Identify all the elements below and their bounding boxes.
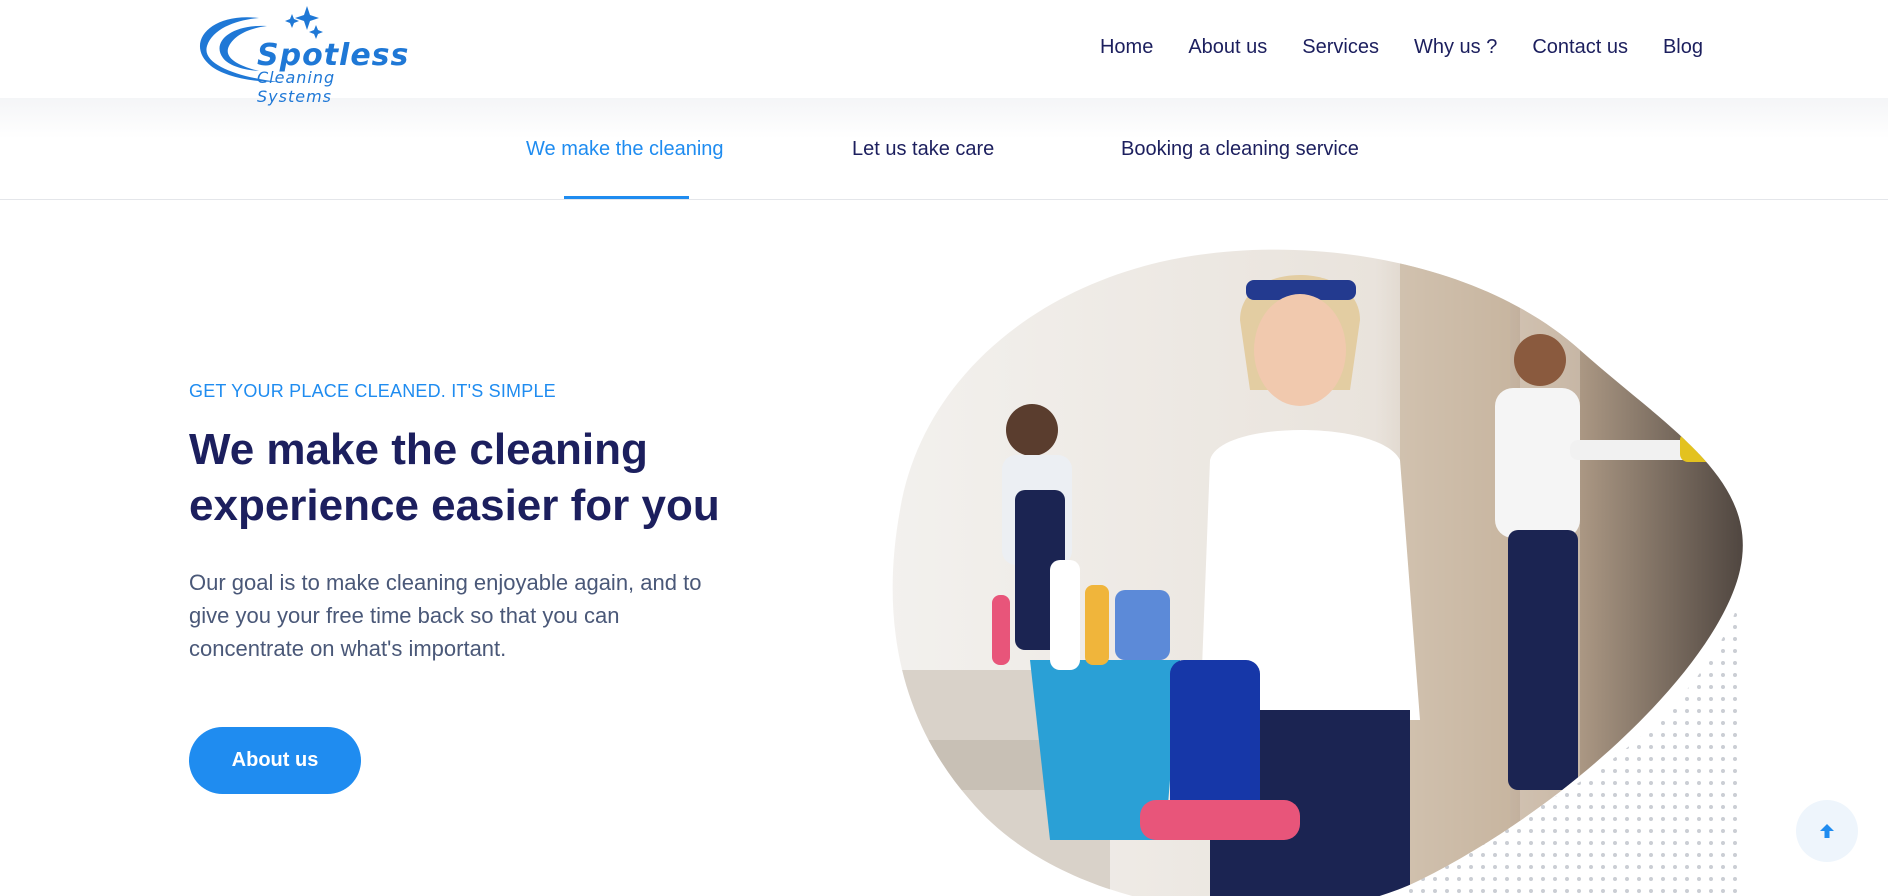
nav-item-home[interactable]: Home [1100,36,1153,59]
about-us-button[interactable]: About us [189,727,361,794]
active-tab-indicator [564,196,689,199]
hero-tabs: We make the cleaning Let us take care Bo… [0,98,1888,200]
main-nav: Home About us Services Why us ? Contact … [1065,36,1703,59]
tab-let-us-take-care[interactable]: Let us take care [852,138,994,161]
nav-item-why-us[interactable]: Why us ? [1414,36,1497,59]
hero-headline: We make the cleaning experience easier f… [189,425,720,530]
nav-item-services[interactable]: Services [1302,36,1379,59]
tab-we-make-the-cleaning[interactable]: We make the cleaning [526,138,724,161]
brand-tagline: Cleaning Systems [257,68,336,106]
scroll-to-top-button[interactable] [1796,800,1858,862]
brand-logo[interactable]: Spotless Cleaning Systems [189,4,415,106]
hero-eyebrow: GET YOUR PLACE CLEANED. IT'S SIMPLE [189,381,556,401]
site-header: Spotless Cleaning Systems Home About us … [0,0,1888,106]
nav-item-about-us[interactable]: About us [1188,36,1267,59]
page: Spotless Cleaning Systems Home About us … [0,0,1888,896]
nav-item-contact-us[interactable]: Contact us [1532,36,1628,59]
nav-item-blog[interactable]: Blog [1663,36,1703,59]
tab-booking-a-cleaning-service[interactable]: Booking a cleaning service [1121,138,1359,161]
cleaning-team-photo [892,249,1743,896]
hero-body: Our goal is to make cleaning enjoyable a… [189,570,702,661]
hero-image [880,240,1780,896]
arrow-up-icon [1820,824,1834,838]
